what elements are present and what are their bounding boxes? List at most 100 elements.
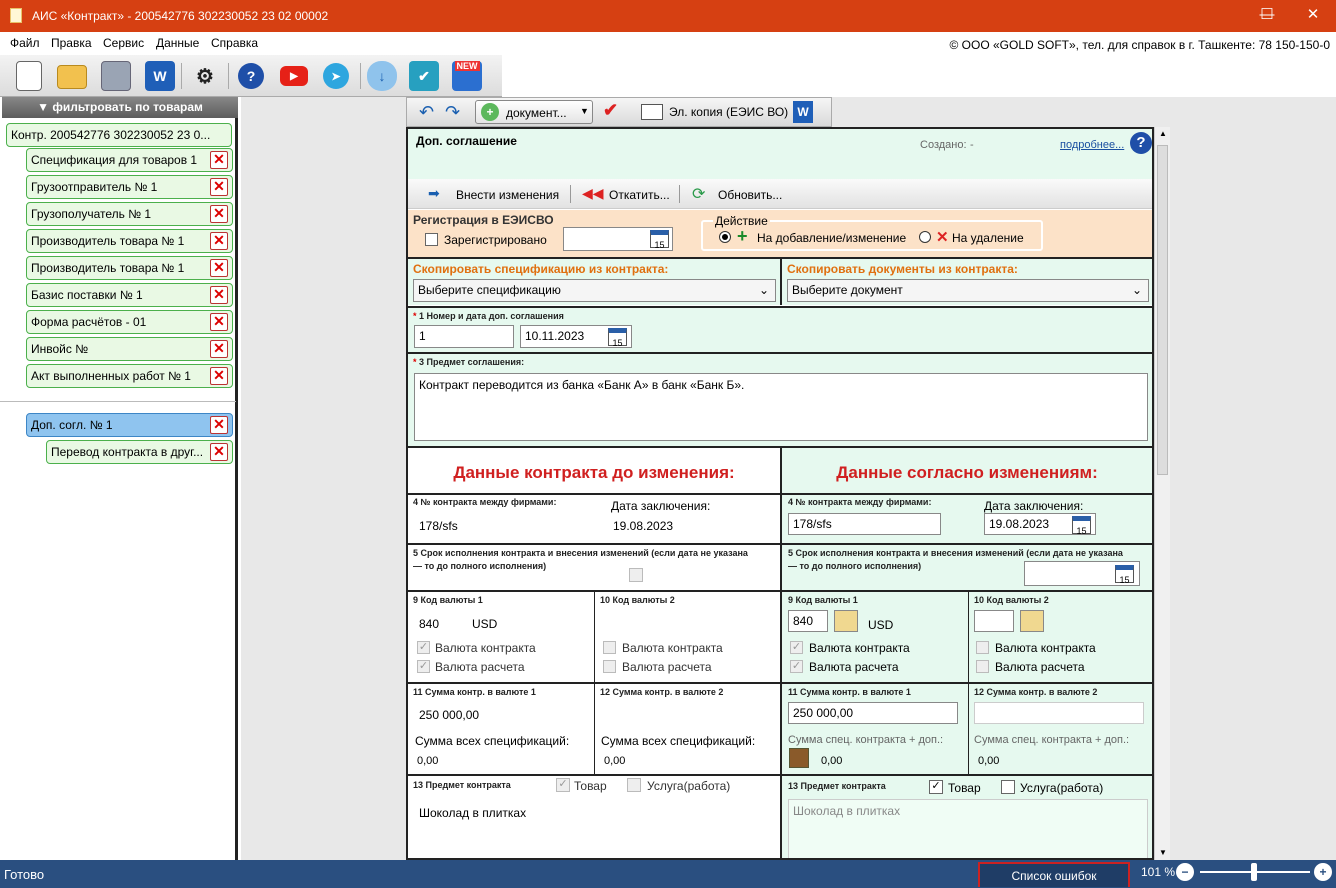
tree-item-dop-sogl[interactable]: Доп. согл. № 1 ✕ (26, 413, 233, 437)
open-folder-icon[interactable] (57, 65, 87, 89)
cloud-download-icon[interactable]: ↓ (367, 61, 397, 91)
remove-icon[interactable]: ✕ (210, 205, 228, 223)
scroll-thumb[interactable] (1157, 145, 1168, 475)
zoom-in-icon[interactable]: + (1314, 863, 1332, 881)
agreement-number-input[interactable]: 1 (414, 325, 514, 348)
settings-gear-icon[interactable]: ⚙ (190, 61, 220, 91)
remove-icon[interactable]: ✕ (210, 286, 228, 304)
plus-icon: + (737, 226, 748, 246)
electronic-copy-button[interactable]: Эл. копия (ЕЭИС ВО) (669, 105, 788, 119)
zoom-out-icon[interactable]: − (1176, 863, 1194, 881)
copy-docs-select[interactable]: Выберите документ ⌄ (787, 279, 1149, 302)
filter-by-goods-button[interactable]: ▼ фильтровать по товарам (2, 97, 238, 118)
chevron-down-icon: ⌄ (758, 283, 769, 297)
add-change-radio[interactable] (719, 231, 731, 243)
redo-icon[interactable]: ↷ (445, 102, 460, 123)
add-change-label: На добавление/изменение (757, 231, 907, 245)
remove-icon[interactable]: ✕ (210, 151, 228, 169)
after-cur2-payment-label: Валюта расчета (995, 660, 1085, 674)
folder-lookup-icon[interactable] (1020, 610, 1044, 632)
scroll-down-icon[interactable]: ▼ (1159, 848, 1167, 857)
tree-item[interactable]: Форма расчётов - 01 ✕ (26, 310, 233, 334)
scroll-up-icon[interactable]: ▲ (1159, 129, 1167, 138)
before-cur1-payment-label: Валюта расчета (435, 660, 525, 674)
after-sum2-input[interactable] (974, 702, 1144, 724)
minimize-button-2[interactable] (1198, 0, 1244, 32)
new-checklist-icon[interactable]: NEW (452, 61, 482, 91)
help-icon[interactable]: ? (238, 63, 264, 89)
menu-service[interactable]: Сервис (103, 36, 144, 50)
tree-item[interactable]: Производитель товара № 1 ✕ (26, 229, 233, 253)
after-service-checkbox[interactable] (1001, 780, 1015, 794)
undo-icon[interactable]: ↶ (419, 102, 434, 123)
help-icon[interactable]: ? (1130, 132, 1152, 154)
remove-icon[interactable]: ✕ (210, 416, 228, 434)
apply-changes-button[interactable]: Внести изменения (456, 188, 559, 202)
document-scrollbar[interactable]: ▲ ▼ (1154, 127, 1170, 860)
after-subject-textarea[interactable]: Шоколад в плитках (788, 799, 1148, 858)
tree-item-label: Доп. согл. № 1 (31, 418, 113, 432)
menu-help[interactable]: Справка (211, 36, 258, 50)
save-icon[interactable] (101, 61, 131, 91)
refresh-button[interactable]: Обновить... (718, 188, 782, 202)
remove-icon[interactable]: ✕ (210, 178, 228, 196)
tree-item[interactable]: Грузоотправитель № 1 ✕ (26, 175, 233, 199)
remove-icon[interactable]: ✕ (210, 340, 228, 358)
tree-item[interactable]: Акт выполненных работ № 1 ✕ (26, 364, 233, 388)
before-term-label: 5 Срок исполнения контракта и внесения и… (413, 548, 748, 571)
after-goods-checkbox[interactable]: ✓ (929, 780, 943, 794)
menu-data[interactable]: Данные (156, 36, 199, 50)
chevron-down-icon: ⌄ (1131, 283, 1142, 297)
remove-icon[interactable]: ✕ (210, 367, 228, 385)
tree-item[interactable]: Спецификация для товаров 1 ✕ (26, 148, 233, 172)
before-service-label: Услуга(работа) (647, 779, 731, 793)
after-cur2-code-input[interactable] (974, 610, 1014, 632)
remove-icon[interactable]: ✕ (210, 232, 228, 250)
youtube-icon[interactable]: ▶ (280, 66, 308, 86)
rollback-button[interactable]: Откатить... (609, 188, 670, 202)
menu-edit[interactable]: Правка (51, 36, 92, 50)
tree-item[interactable]: Производитель товара № 1 ✕ (26, 256, 233, 280)
tree-item[interactable]: Инвойс № ✕ (26, 337, 233, 361)
after-cur1-code-input[interactable]: 840 (788, 610, 828, 632)
calendar-icon[interactable]: 15 (1115, 565, 1134, 585)
remove-icon[interactable]: ✕ (210, 313, 228, 331)
zoom-slider-thumb[interactable] (1251, 863, 1257, 881)
calendar-icon[interactable]: 15 (650, 230, 669, 250)
after-sum1-input[interactable]: 250 000,00 (788, 702, 958, 724)
action-group: Действие + На добавление/изменение ✕ На … (701, 214, 1043, 251)
tree-item-label: Форма расчётов - 01 (31, 315, 147, 329)
remove-icon[interactable]: ✕ (210, 259, 228, 277)
maximize-button[interactable]: ☐ (1244, 0, 1290, 32)
calendar-icon[interactable]: 15 (1072, 516, 1091, 536)
word-icon[interactable]: W (793, 101, 813, 123)
rollback-icon: ◀◀ (582, 185, 604, 201)
add-icon: + (481, 103, 499, 121)
more-link[interactable]: подробнее... (1060, 139, 1124, 151)
email-icon[interactable] (641, 104, 663, 120)
tree-root-contract[interactable]: Контр. 200542776 302230052 23 0... (6, 123, 232, 147)
copy-spec-value: Выберите спецификацию (418, 283, 561, 297)
tree-item[interactable]: Базис поставки № 1 ✕ (26, 283, 233, 307)
remove-icon[interactable]: ✕ (210, 443, 228, 461)
subject-textarea[interactable]: Контракт переводится из банка «Банк А» в… (414, 373, 1148, 441)
document-dropdown[interactable]: + документ... ▼ (475, 100, 593, 124)
checklist-icon[interactable]: ✔ (409, 61, 439, 91)
close-button[interactable]: ✕ (1290, 0, 1336, 32)
tree-item[interactable]: Грузополучатель № 1 ✕ (26, 202, 233, 226)
after-contract-no-input[interactable]: 178/sfs (788, 513, 941, 535)
folder-lookup-icon[interactable] (834, 610, 858, 632)
telegram-icon[interactable]: ➤ (323, 63, 349, 89)
menu-file[interactable]: Файл (10, 36, 40, 50)
spellcheck-icon[interactable]: ✔ (603, 100, 629, 124)
registered-checkbox[interactable] (425, 233, 438, 246)
delete-radio[interactable] (919, 231, 931, 243)
word-export-icon[interactable]: W (145, 61, 175, 91)
after-cur1-payment-checkbox: ✓ (790, 660, 803, 673)
copy-spec-select[interactable]: Выберите спецификацию ⌄ (413, 279, 776, 302)
calendar-icon[interactable]: 15 (608, 328, 627, 348)
tree-item-dop-child[interactable]: Перевод контракта в друг... ✕ (46, 440, 233, 464)
calculator-icon[interactable] (789, 748, 809, 768)
error-list-button[interactable]: Список ошибок (978, 862, 1130, 887)
new-file-icon[interactable] (16, 61, 42, 91)
